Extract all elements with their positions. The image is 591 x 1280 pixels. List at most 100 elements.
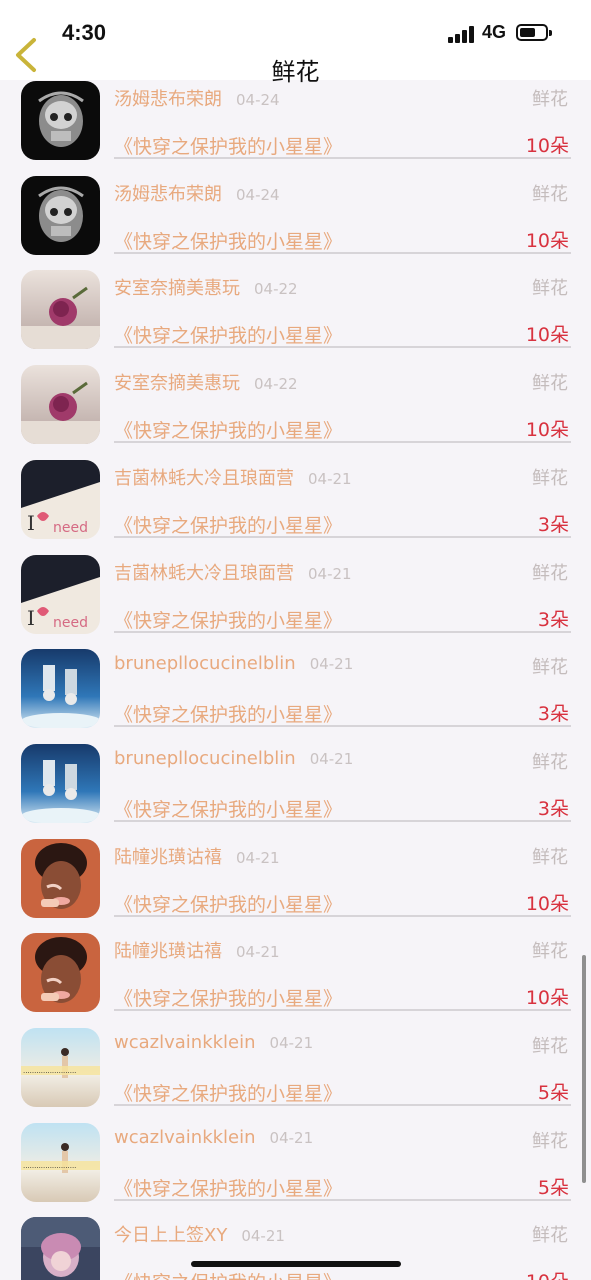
book-title-link[interactable]: 《快穿之保护我的小星星》 [114,321,342,348]
divider [114,1009,571,1012]
username[interactable]: 吉菌林蚝大冷且琅面营 04-21 [114,559,352,585]
gift-type-label: 鲜花 [532,373,568,395]
date-label: 04-21 [309,749,354,768]
username[interactable]: 安室奈摘美惠玩 04-22 [114,369,298,395]
avatar[interactable] [21,933,100,1013]
username-text[interactable]: 吉菌林蚝大冷且琅面营 [114,468,294,489]
gift-count: 3朵 [537,513,569,536]
gift-count: 3朵 [537,703,569,726]
home-indicator[interactable] [191,1261,401,1267]
avatar[interactable]: Ineed [21,459,100,539]
username-text[interactable]: 陆幢兆璜诂禧 [114,941,222,962]
username[interactable]: wcazlvainkklein 04-21 [114,1127,313,1148]
divider [114,157,571,159]
book-title-link[interactable]: 《快穿之保护我的小星星》 [114,132,342,159]
divider [114,725,571,728]
gift-type-label: 鲜花 [532,467,568,489]
list-item[interactable]: 汤姆悲布荣朗 04-24 鲜花 《快穿之保护我的小星星》 10朵 [0,175,591,270]
date-label: 04-21 [241,1227,285,1246]
avatar[interactable] [21,175,100,255]
username[interactable]: 吉菌林蚝大冷且琅面营 04-21 [114,464,352,490]
gift-type-label: 鲜花 [532,1130,568,1152]
book-title-link[interactable]: 《快穿之保护我的小星星》 [114,890,342,917]
divider [114,1104,571,1106]
username-text[interactable]: 汤姆悲布荣朗 [114,184,222,205]
book-title-link[interactable]: 《快穿之保护我的小星星》 [114,984,342,1011]
book-title-link[interactable]: 《快穿之保护我的小星星》 [114,1268,342,1280]
divider [114,819,571,822]
gift-count: 3朵 [537,608,569,631]
username[interactable]: 安室奈摘美惠玩 04-22 [114,274,298,300]
avatar[interactable] [21,365,100,445]
book-title-link[interactable]: 《快穿之保护我的小星星》 [114,606,342,633]
gift-count: 5朵 [537,1082,569,1104]
book-title-link[interactable]: 《快穿之保护我的小星星》 [114,1079,342,1106]
nav-bar: 鲜花 [0,28,591,86]
username[interactable]: 陆幢兆璜诂禧 04-21 [114,937,280,963]
gift-type-label: 鲜花 [532,846,568,868]
avatar[interactable]: ........................ [21,1028,100,1107]
list-item[interactable]: Ineed 吉菌林蚝大冷且琅面营 04-21 鲜花《快穿之保护我的小星星》 3朵 [0,459,591,554]
list-item[interactable]: 汤姆悲布荣朗 04-24 鲜花 《快穿之保护我的小星星》 10朵 [0,80,591,175]
avatar[interactable] [21,81,100,160]
book-title-link[interactable]: 《快穿之保护我的小星星》 [114,227,342,254]
list-item[interactable]: 今日上上签XY 04-21 鲜花《快穿之保护我的小星星》 10朵 [0,1216,591,1280]
date-label: 04-21 [309,655,354,674]
username[interactable]: 今日上上签XY 04-21 [114,1221,285,1247]
divider [114,346,571,349]
book-title-link[interactable]: 《快穿之保护我的小星星》 [114,511,342,538]
avatar[interactable] [21,743,100,823]
username-text[interactable]: 陆幢兆璜诂禧 [114,847,222,868]
gift-count: 5朵 [537,1176,569,1199]
username-text[interactable]: 安室奈摘美惠玩 [114,373,240,394]
gift-type-label: 鲜花 [532,278,568,300]
avatar[interactable] [21,1217,100,1280]
divider [114,914,571,917]
list-item[interactable]: brunepllocucinelblin 04-21 鲜花 《快穿之保护我的小星星》 3… [0,648,591,743]
username-text[interactable]: brunepllocucinelblin [114,653,296,674]
list-item[interactable]: Ineed 吉菌林蚝大冷且琅面营 04-21 鲜花《快穿之保护我的小星星》 3朵 [0,554,591,649]
gift-type-label: 鲜花 [532,941,568,963]
username[interactable]: 陆幢兆璜诂禧 04-21 [114,843,280,869]
divider [114,630,571,633]
svg-text:need: need [53,520,88,536]
list-item[interactable]: 陆幢兆璜诂禧 04-21 鲜花 《快穿之保护我的小星星》 10朵 [0,932,591,1027]
list-item[interactable]: 安室奈摘美惠玩 04-22 鲜花《快穿之保护我的小星星》 10朵 [0,364,591,459]
list-item[interactable]: ........................ wcazlvainkklein 0… [0,1027,591,1122]
scrollbar[interactable] [582,955,586,1183]
username-text[interactable]: 汤姆悲布荣朗 [114,89,222,110]
avatar[interactable] [21,649,100,729]
list-item[interactable]: 陆幢兆璜诂禧 04-21 鲜花《快穿之保护我的小星星》 10朵 [0,838,591,933]
avatar[interactable] [21,270,100,350]
gift-type-label: 鲜花 [532,183,568,205]
gift-list[interactable]: 汤姆悲布荣朗 04-24 鲜花 《快穿之保护我的小星星》 10朵 汤姆悲布荣朗 04-24 鲜… [0,80,591,1280]
book-title-link[interactable]: 《快穿之保护我的小星星》 [114,1174,342,1201]
username-text[interactable]: brunepllocucinelblin [114,748,296,769]
book-title-link[interactable]: 《快穿之保护我的小星星》 [114,700,342,727]
username-text[interactable]: 安室奈摘美惠玩 [114,278,240,299]
book-title-link[interactable]: 《快穿之保护我的小星星》 [114,795,342,822]
username[interactable]: 汤姆悲布荣朗 04-24 [114,180,280,206]
gift-count: 10朵 [525,892,569,915]
username-text[interactable]: 今日上上签XY [114,1225,227,1246]
username-text[interactable]: wcazlvainkklein [114,1032,256,1053]
username[interactable]: brunepllocucinelblin 04-21 [114,653,353,674]
username-text[interactable]: wcazlvainkklein [114,1127,256,1148]
date-label: 04-22 [254,375,298,394]
gift-count: 10朵 [525,419,569,442]
gift-count: 10朵 [525,135,569,157]
date-label: 04-21 [236,943,280,962]
username[interactable]: brunepllocucinelblin 04-21 [114,748,353,769]
gift-type-label: 鲜花 [532,562,568,584]
list-item[interactable]: ........................ wcazlvainkklein 0… [0,1122,591,1217]
list-item[interactable]: brunepllocucinelblin 04-21 鲜花 《快穿之保护我的小星星》 3… [0,743,591,838]
username-text[interactable]: 吉菌林蚝大冷且琅面营 [114,563,294,584]
avatar[interactable]: Ineed [21,554,100,634]
username[interactable]: wcazlvainkklein 04-21 [114,1032,313,1053]
list-item[interactable]: 安室奈摘美惠玩 04-22 鲜花 《快穿之保护我的小星星》 10朵 [0,269,591,364]
avatar[interactable]: ........................ [21,1122,100,1202]
username[interactable]: 汤姆悲布荣朗 04-24 [114,85,280,111]
book-title-link[interactable]: 《快穿之保护我的小星星》 [114,416,342,443]
avatar[interactable] [21,838,100,918]
gift-type-label: 鲜花 [532,1225,568,1247]
